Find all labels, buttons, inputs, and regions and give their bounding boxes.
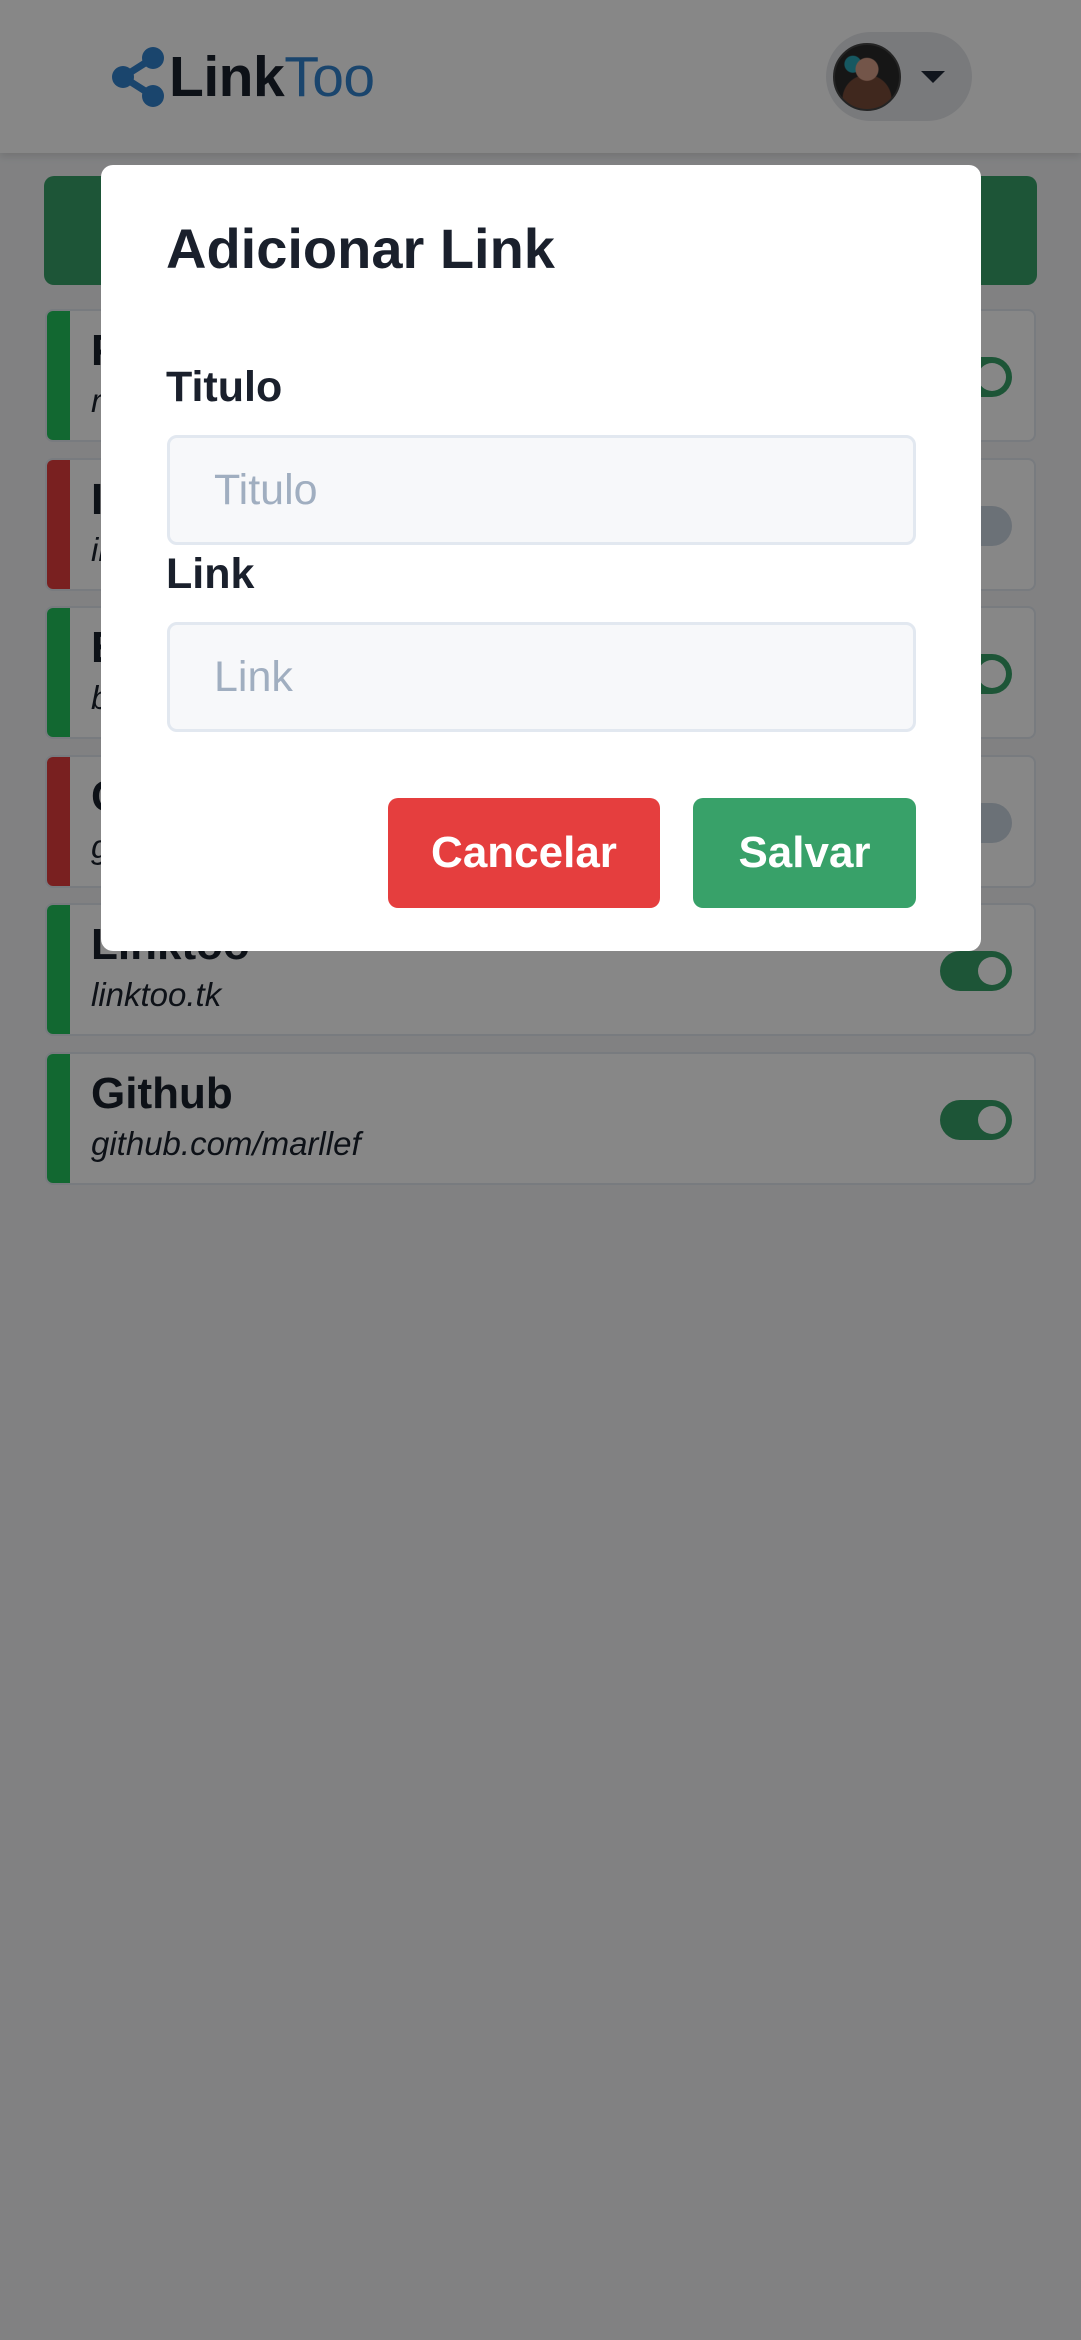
title-field-label: Titulo	[166, 363, 283, 411]
title-input[interactable]	[167, 435, 916, 545]
dialog-title: Adicionar Link	[166, 217, 555, 280]
cancel-button[interactable]: Cancelar	[388, 798, 660, 908]
link-field-label: Link	[166, 550, 255, 598]
save-button[interactable]: Salvar	[693, 798, 916, 908]
link-input[interactable]	[167, 622, 916, 732]
add-link-dialog: Adicionar Link Titulo Link Cancelar Salv…	[101, 165, 981, 951]
